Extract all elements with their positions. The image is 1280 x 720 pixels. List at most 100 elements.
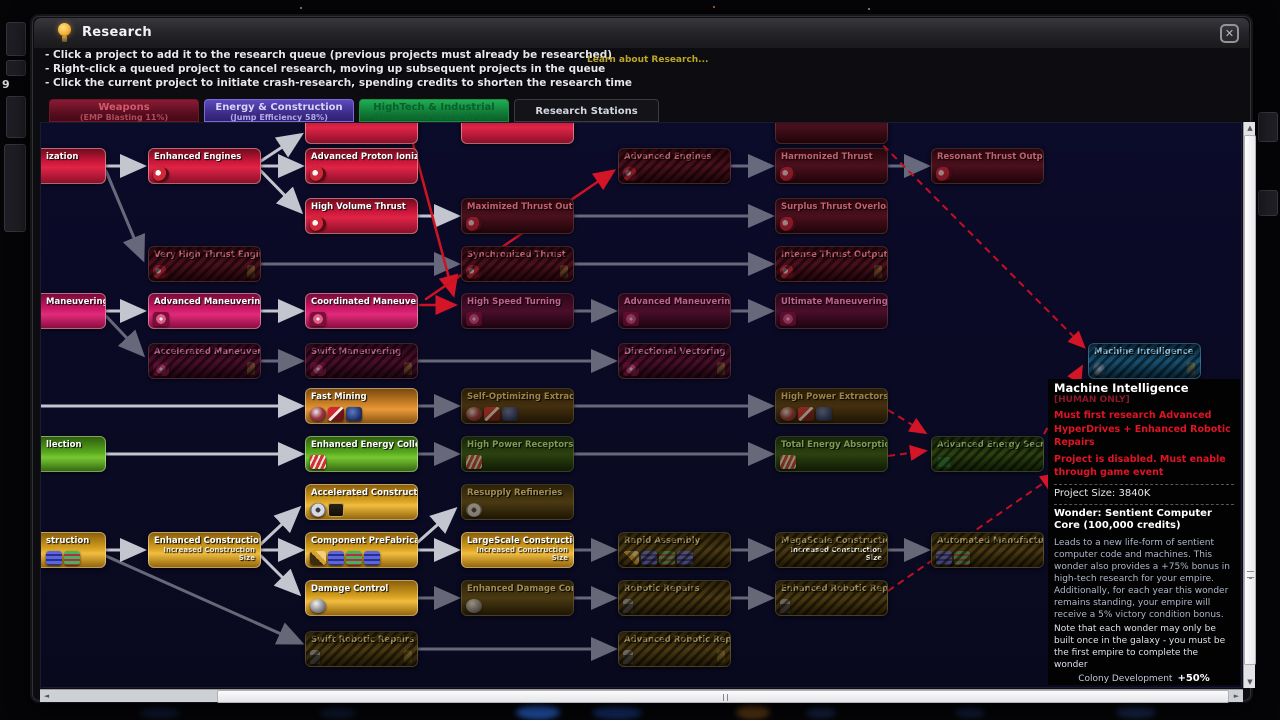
node-icons bbox=[310, 599, 326, 613]
research-node-high-power-extractors[interactable]: High Power Extractors bbox=[775, 388, 888, 424]
node-title: Enhanced Damage Control bbox=[462, 581, 573, 594]
research-node-enhanced-engines[interactable]: Enhanced Engines bbox=[148, 148, 261, 184]
research-node-top-partial-b[interactable] bbox=[461, 122, 574, 144]
research-node-top-partial-c[interactable] bbox=[775, 122, 888, 144]
tab-energy-construction[interactable]: Energy & Construction (Jump Efficiency 5… bbox=[204, 99, 354, 122]
node-icons bbox=[310, 407, 362, 421]
research-node-intense-thrust-output[interactable]: Intense Thrust Output bbox=[775, 246, 888, 282]
node-title: Synchronized Thrust bbox=[462, 247, 573, 260]
tab-progress: (Armaments Research 9%) bbox=[360, 113, 508, 122]
research-node-proton-ionization-partial[interactable]: ization bbox=[40, 148, 106, 184]
laser-icon bbox=[328, 407, 344, 421]
robot-icon bbox=[623, 599, 633, 613]
research-node-advanced-engines[interactable]: Advanced Engines bbox=[618, 148, 731, 184]
background-star bbox=[868, 8, 870, 10]
scroll-left-arrow[interactable]: ◄ bbox=[40, 690, 53, 703]
research-node-directional-vectoring[interactable]: Directional Vectoring bbox=[618, 343, 731, 379]
research-node-energy-collection-partial[interactable]: llection bbox=[40, 436, 106, 472]
research-node-accelerated-maneuvering[interactable]: Accelerated Maneuvering bbox=[148, 343, 261, 379]
scroll-up-arrow[interactable]: ▲ bbox=[1244, 122, 1256, 134]
tab-weapons[interactable]: Weapons (EMP Blasting 11%) bbox=[49, 99, 199, 122]
rings-icon bbox=[936, 551, 952, 565]
node-title: Enhanced Energy Collection bbox=[306, 437, 417, 450]
research-node-maneuvering-partial[interactable]: Maneuvering bbox=[40, 293, 106, 329]
research-node-rapid-assembly[interactable]: Rapid Assembly bbox=[618, 532, 731, 568]
tab-progress: (Jump Efficiency 58%) bbox=[205, 113, 353, 122]
rings-icon bbox=[364, 551, 380, 565]
thruster-icon bbox=[780, 167, 796, 181]
background-galaxy-blob bbox=[1116, 706, 1156, 718]
research-node-machine-intelligence[interactable]: Machine Intelligence bbox=[1088, 343, 1201, 379]
research-node-robotic-repairs[interactable]: Robotic Repairs bbox=[618, 580, 731, 616]
research-node-very-high-thrust-engines[interactable]: Very High Thrust Engines bbox=[148, 246, 261, 282]
research-node-surplus-thrust-overload[interactable]: Surplus Thrust Overload bbox=[775, 198, 888, 234]
horizontal-scroll-thumb[interactable] bbox=[217, 690, 1229, 703]
research-node-high-volume-thrust[interactable]: High Volume Thrust bbox=[305, 198, 418, 234]
ore-icon bbox=[310, 407, 326, 421]
research-tree-viewport[interactable]: ization Enhanced Engines Advanced Proton I… bbox=[40, 122, 1242, 688]
research-node-high-speed-turning[interactable]: High Speed Turning bbox=[461, 293, 574, 329]
board-icon bbox=[936, 455, 952, 469]
background-star bbox=[300, 7, 302, 9]
maneuver-icon bbox=[310, 362, 326, 376]
node-icons bbox=[780, 407, 832, 421]
horizontal-scrollbar[interactable]: ◄ ► bbox=[40, 689, 1243, 702]
node-icons bbox=[623, 312, 639, 326]
vertical-scroll-thumb[interactable] bbox=[1244, 135, 1256, 665]
research-node-megascale-construction[interactable]: MegaScale ConstructionIncreased Construc… bbox=[775, 532, 888, 568]
research-node-fast-mining[interactable]: Fast Mining bbox=[305, 388, 418, 424]
tab-hightech-industrial[interactable]: HighTech & Industrial (Armaments Researc… bbox=[359, 99, 509, 122]
research-node-high-power-receptors[interactable]: High Power Receptors bbox=[461, 436, 574, 472]
node-title: High Volume Thrust bbox=[306, 199, 417, 212]
research-node-coordinated-maneuvering[interactable]: Coordinated Maneuvering bbox=[305, 293, 418, 329]
crane-icon bbox=[310, 551, 326, 565]
maneuver-icon bbox=[623, 362, 639, 376]
research-node-enhanced-robotic-repairs[interactable]: Enhanced Robotic Repairs bbox=[775, 580, 888, 616]
research-node-ultimate-maneuvering[interactable]: Ultimate Maneuvering bbox=[775, 293, 888, 329]
research-node-enhanced-energy-collection[interactable]: Enhanced Energy Collection bbox=[305, 436, 418, 472]
gas-icon bbox=[816, 407, 832, 421]
tab-research-stations[interactable]: Research Stations bbox=[514, 99, 659, 122]
research-node-synchronized-thrust[interactable]: Synchronized Thrust bbox=[461, 246, 574, 282]
research-node-swift-robotic-repairs[interactable]: Swift Robotic Repairs bbox=[305, 631, 418, 667]
research-node-resonant-thrust-output[interactable]: Resonant Thrust Output bbox=[931, 148, 1044, 184]
research-node-top-partial-a[interactable] bbox=[305, 122, 418, 144]
learn-about-research-link[interactable]: Learn about Research... bbox=[587, 55, 708, 65]
panel-icon bbox=[466, 455, 482, 469]
scroll-right-arrow[interactable]: ► bbox=[1230, 690, 1243, 703]
research-node-accelerated-construction[interactable]: Accelerated Construction bbox=[305, 484, 418, 520]
scroll-down-arrow[interactable]: ▼ bbox=[1244, 676, 1256, 688]
research-node-harmonized-thrust[interactable]: Harmonized Thrust bbox=[775, 148, 888, 184]
instruction-line: - Right-click a queued project to cancel… bbox=[45, 64, 632, 75]
tooltip-disabled-note: Project is disabled. Must enable through… bbox=[1054, 453, 1234, 480]
research-node-total-energy-absorption[interactable]: Total Energy Absorption bbox=[775, 436, 888, 472]
instruction-line: - Click a project to add it to the resea… bbox=[45, 50, 632, 61]
research-node-advanced-maneuvering-2[interactable]: Advanced Maneuvering bbox=[618, 293, 731, 329]
research-node-damage-control[interactable]: Damage Control bbox=[305, 580, 418, 616]
maneuver-icon bbox=[780, 312, 796, 326]
close-button[interactable]: ✕ bbox=[1220, 24, 1239, 43]
node-icons bbox=[310, 362, 326, 376]
node-icons bbox=[936, 455, 952, 469]
research-node-advanced-energy-secrets[interactable]: Advanced Energy Secrets bbox=[931, 436, 1044, 472]
node-title: Advanced Engines bbox=[619, 149, 730, 162]
research-node-resupply-refineries[interactable]: Resupply Refineries bbox=[461, 484, 574, 520]
node-title: Swift Maneuvering bbox=[306, 344, 417, 357]
research-node-enhanced-construction[interactable]: Enhanced ConstructionIncreased Construct… bbox=[148, 532, 261, 568]
research-node-construction-partial[interactable]: struction bbox=[40, 532, 106, 568]
node-icons bbox=[153, 265, 169, 279]
event-lock-icon bbox=[717, 650, 725, 663]
research-node-advanced-proton-ionization[interactable]: Advanced Proton Ionization bbox=[305, 148, 418, 184]
research-node-enhanced-damage-control[interactable]: Enhanced Damage Control bbox=[461, 580, 574, 616]
node-title: Ultimate Maneuvering bbox=[776, 294, 887, 307]
vertical-scrollbar[interactable]: ▲ ▼ bbox=[1243, 122, 1255, 688]
research-node-maximized-thrust-output[interactable]: Maximized Thrust Output bbox=[461, 198, 574, 234]
research-node-advanced-maneuvering[interactable]: Advanced Maneuvering bbox=[148, 293, 261, 329]
research-node-component-prefabrication[interactable]: Component PreFabrication bbox=[305, 532, 418, 568]
research-node-swift-maneuvering[interactable]: Swift Maneuvering bbox=[305, 343, 418, 379]
research-node-automated-manufacturing[interactable]: Automated Manufacturing bbox=[931, 532, 1044, 568]
research-node-advanced-robotic-repairs[interactable]: Advanced Robotic Repairs bbox=[618, 631, 731, 667]
research-node-largescale-construction[interactable]: LargeScale ConstructionIncreased Constru… bbox=[461, 532, 574, 568]
research-node-self-optimizing-extractors[interactable]: Self-Optimizing Extractors bbox=[461, 388, 574, 424]
stat-label: Annual Maintenance bbox=[1055, 685, 1147, 686]
